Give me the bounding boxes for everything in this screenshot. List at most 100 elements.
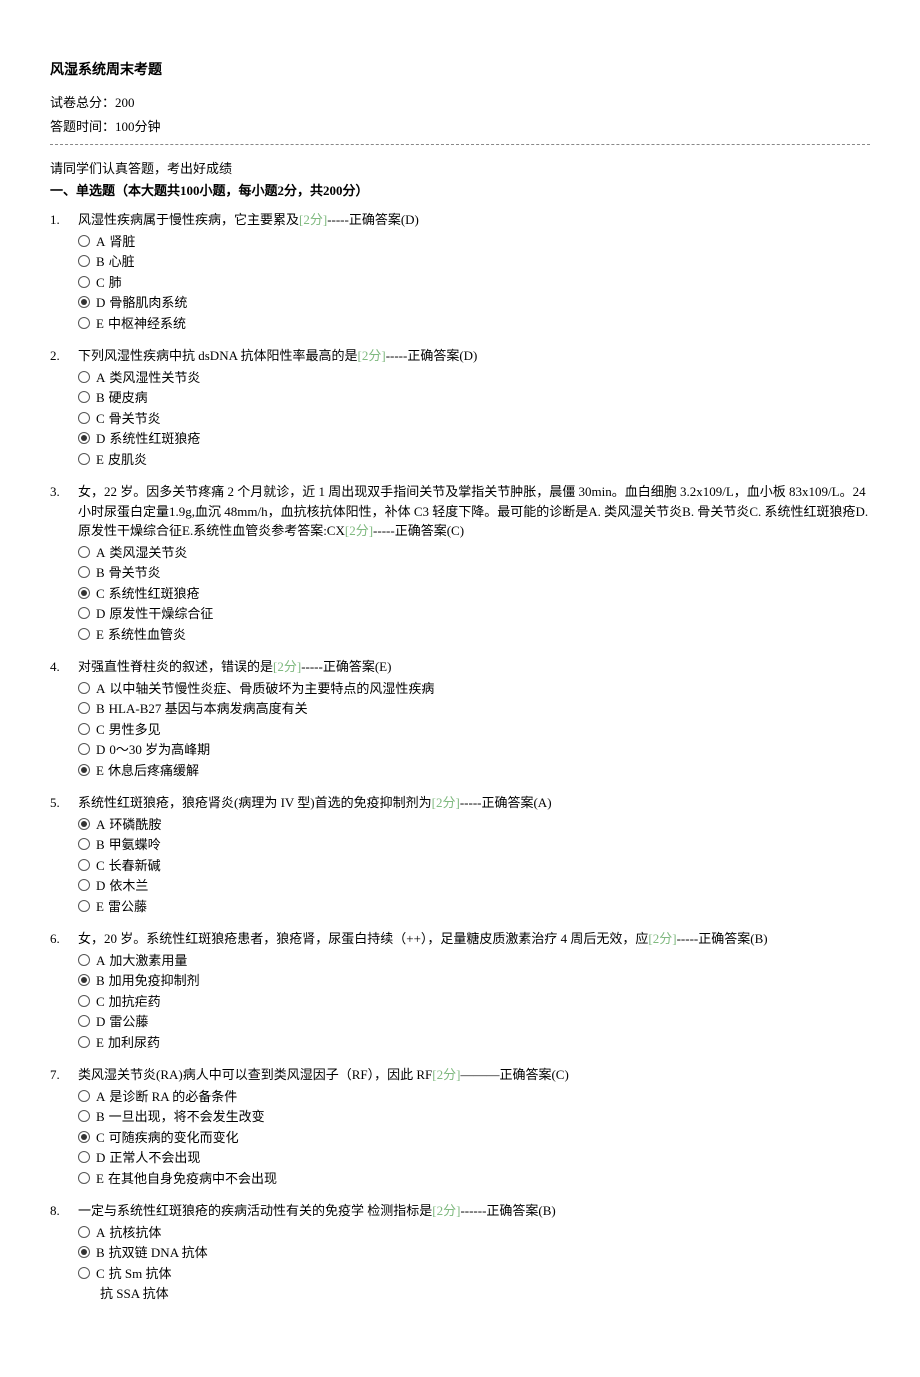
question-number: 8. (50, 1201, 78, 1305)
radio-icon[interactable] (78, 818, 90, 830)
option-text: 系统性血管炎 (108, 625, 186, 645)
option-item[interactable]: A是诊断 RA 的必备条件 (78, 1087, 870, 1107)
option-item[interactable]: C可随疾病的变化而变化 (78, 1128, 870, 1148)
option-item[interactable]: D原发性干燥综合征 (78, 604, 870, 624)
correct-answer: -----正确答案(C) (373, 523, 464, 538)
radio-icon[interactable] (78, 900, 90, 912)
stem-text: 对强直性脊柱炎的叙述，错误的是 (78, 659, 273, 674)
option-item[interactable]: BHLA-B27 基因与本病发病高度有关 (78, 699, 870, 719)
section-title: 一、单选题（本大题共100小题，每小题2分，共200分） (50, 181, 870, 201)
option-item[interactable]: E 皮肌炎 (78, 450, 870, 470)
option-list: A加大激素用量B加用免疫抑制剂C加抗疟药D雷公藤E加利尿药 (78, 951, 870, 1053)
option-item[interactable]: C加抗疟药 (78, 992, 870, 1012)
radio-icon[interactable] (78, 1131, 90, 1143)
option-item[interactable]: D 0～30 岁为高峰期 (78, 740, 870, 760)
correct-answer: -----正确答案(D) (327, 212, 419, 227)
radio-icon[interactable] (78, 682, 90, 694)
option-item[interactable]: B 抗双链 DNA 抗体 (78, 1243, 870, 1263)
stem-text: 系统性红斑狼疮，狼疮肾炎(病理为 IV 型)首选的免疫抑制剂为 (78, 795, 432, 810)
radio-icon[interactable] (78, 974, 90, 986)
option-item[interactable]: C 男性多见 (78, 720, 870, 740)
question-item: 8.一定与系统性红斑狼疮的疾病活动性有关的免疫学 检测指标是[2分]------… (50, 1201, 870, 1305)
option-item[interactable]: B甲氨蝶呤 (78, 835, 870, 855)
option-item[interactable]: A抗核抗体 (78, 1223, 870, 1243)
option-item[interactable]: D骨骼肌肉系统 (78, 293, 870, 313)
option-item[interactable]: B加用免疫抑制剂 (78, 971, 870, 991)
radio-icon[interactable] (78, 371, 90, 383)
radio-icon[interactable] (78, 1172, 90, 1184)
option-text: 中枢神经系统 (108, 314, 186, 334)
radio-icon[interactable] (78, 723, 90, 735)
radio-icon[interactable] (78, 859, 90, 871)
question-body: 风湿性疾病属于慢性疾病，它主要累及[2分]-----正确答案(D)A肾脏B心脏C… (78, 210, 870, 334)
option-item[interactable]: B硬皮病 (78, 388, 870, 408)
option-item[interactable]: B一旦出现，将不会发生改变 (78, 1107, 870, 1127)
stem-text: 一定与系统性红斑狼疮的疾病活动性有关的免疫学 检测指标是 (78, 1203, 432, 1218)
option-item[interactable]: E加利尿药 (78, 1033, 870, 1053)
option-item[interactable]: D正常人不会出现 (78, 1148, 870, 1168)
radio-icon[interactable] (78, 1036, 90, 1048)
option-text: 加利尿药 (108, 1033, 160, 1053)
option-item[interactable]: C骨关节炎 (78, 409, 870, 429)
option-item[interactable]: C抗 Sm 抗体 (78, 1264, 870, 1284)
radio-icon[interactable] (78, 317, 90, 329)
option-item[interactable]: E雷公藤 (78, 897, 870, 917)
correct-answer: -----正确答案(D) (386, 348, 478, 363)
radio-icon[interactable] (78, 587, 90, 599)
option-list: A抗核抗体B 抗双链 DNA 抗体C抗 Sm 抗体 抗 SSA 抗体 (78, 1223, 870, 1304)
radio-icon[interactable] (78, 743, 90, 755)
option-item[interactable]: A肾脏 (78, 232, 870, 252)
radio-icon[interactable] (78, 566, 90, 578)
question-item: 7. 类风湿关节炎(RA)病人中可以查到类风湿因子（RF），因此 RF[2分]—… (50, 1065, 870, 1189)
radio-icon[interactable] (78, 412, 90, 424)
option-item[interactable]: C肺 (78, 273, 870, 293)
option-item[interactable]: A加大激素用量 (78, 951, 870, 971)
option-item[interactable]: A类风湿关节炎 (78, 543, 870, 563)
radio-icon[interactable] (78, 1226, 90, 1238)
radio-icon[interactable] (78, 1110, 90, 1122)
option-item[interactable]: A类风湿性关节炎 (78, 368, 870, 388)
option-text: 一旦出现，将不会发生改变 (109, 1107, 265, 1127)
radio-icon[interactable] (78, 954, 90, 966)
option-item[interactable]: D系统性红斑狼疮 (78, 429, 870, 449)
option-item[interactable]: D依木兰 (78, 876, 870, 896)
radio-icon[interactable] (78, 391, 90, 403)
option-item[interactable]: E休息后疼痛缓解 (78, 761, 870, 781)
radio-icon[interactable] (78, 546, 90, 558)
total-score: 试卷总分：200 (50, 93, 870, 113)
option-item[interactable]: E在其他自身免疫病中不会出现 (78, 1169, 870, 1189)
option-item[interactable]: C长春新碱 (78, 856, 870, 876)
radio-icon[interactable] (78, 764, 90, 776)
radio-icon[interactable] (78, 235, 90, 247)
option-text: 雷公藤 (108, 897, 147, 917)
radio-icon[interactable] (78, 1090, 90, 1102)
option-item[interactable]: A以中轴关节慢性炎症、骨质破坏为主要特点的风湿性疾病 (78, 679, 870, 699)
option-letter: D (96, 740, 105, 760)
option-item[interactable]: E中枢神经系统 (78, 314, 870, 334)
option-item[interactable]: B骨关节炎 (78, 563, 870, 583)
radio-icon[interactable] (78, 838, 90, 850)
option-item[interactable]: A 环磷酰胺 (78, 815, 870, 835)
question-item: 2.下列风湿性疾病中抗 dsDNA 抗体阳性率最高的是[2分]-----正确答案… (50, 346, 870, 470)
question-stem: 风湿性疾病属于慢性疾病，它主要累及[2分]-----正确答案(D) (78, 210, 870, 230)
option-item[interactable]: D雷公藤 (78, 1012, 870, 1032)
radio-icon[interactable] (78, 1267, 90, 1279)
radio-icon[interactable] (78, 607, 90, 619)
radio-icon[interactable] (78, 879, 90, 891)
radio-icon[interactable] (78, 453, 90, 465)
option-item[interactable]: C系统性红斑狼疮 (78, 584, 870, 604)
radio-icon[interactable] (78, 276, 90, 288)
radio-icon[interactable] (78, 628, 90, 640)
option-item[interactable]: B心脏 (78, 252, 870, 272)
radio-icon[interactable] (78, 1015, 90, 1027)
radio-icon[interactable] (78, 995, 90, 1007)
radio-icon[interactable] (78, 296, 90, 308)
option-item[interactable]: E系统性血管炎 (78, 625, 870, 645)
radio-icon[interactable] (78, 1246, 90, 1258)
radio-icon[interactable] (78, 432, 90, 444)
radio-icon[interactable] (78, 702, 90, 714)
radio-icon[interactable] (78, 1151, 90, 1163)
option-letter: A (96, 543, 105, 563)
option-list: A类风湿关节炎B骨关节炎C系统性红斑狼疮D原发性干燥综合征E系统性血管炎 (78, 543, 870, 645)
radio-icon[interactable] (78, 255, 90, 267)
